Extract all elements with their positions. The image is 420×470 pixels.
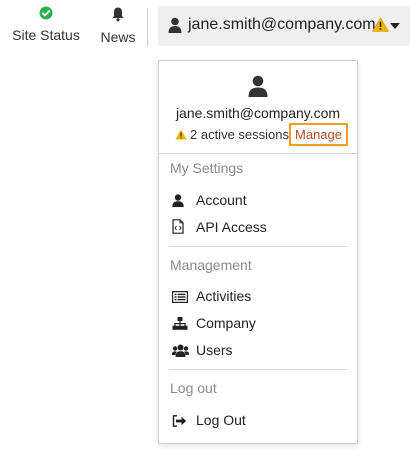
list-icon	[172, 290, 189, 306]
caret-down-icon	[390, 23, 400, 29]
sitemap-icon	[172, 317, 188, 333]
company-menu-item[interactable]: Company	[172, 315, 256, 333]
logout-menu-item[interactable]: Log Out	[172, 412, 246, 430]
sign-out-icon	[172, 414, 188, 430]
users-label: Users	[196, 342, 233, 358]
api-access-label: API Access	[196, 219, 267, 235]
top-navigation-bar: Site Status News jane.smith@company.com	[0, 0, 420, 52]
user-icon	[172, 194, 188, 210]
api-access-menu-item[interactable]: API Access	[172, 219, 267, 237]
news-nav[interactable]: News	[98, 6, 138, 45]
warning-icon	[175, 129, 187, 140]
site-status-nav[interactable]: Site Status	[10, 6, 82, 43]
account-label: Account	[196, 192, 247, 208]
activities-label: Activities	[196, 288, 252, 304]
divider	[169, 246, 347, 247]
warning-icon	[372, 17, 389, 32]
activities-menu-item[interactable]: Activities	[172, 288, 251, 306]
news-label: News	[100, 29, 136, 45]
dropdown-email: jane.smith@company.com	[175, 105, 341, 121]
divider	[159, 153, 357, 154]
user-email: jane.smith@company.com	[188, 16, 376, 33]
company-label: Company	[196, 315, 256, 331]
my-settings-heading: My Settings	[170, 160, 244, 176]
bell-icon	[112, 7, 124, 22]
user-dropdown-menu: jane.smith@company.com 2 active sessions…	[158, 60, 358, 444]
divider	[169, 369, 347, 370]
manage-sessions-link[interactable]: Manage	[289, 123, 348, 146]
site-status-label: Site Status	[12, 27, 80, 43]
user-menu-button[interactable]: jane.smith@company.com	[158, 6, 410, 46]
log-out-heading: Log out	[170, 380, 217, 396]
users-menu-item[interactable]: Users	[172, 342, 233, 360]
users-icon	[172, 344, 189, 360]
check-circle-icon	[39, 6, 53, 20]
logout-label: Log Out	[196, 412, 246, 428]
sessions-label: 2 active sessions	[190, 127, 289, 142]
account-menu-item[interactable]: Account	[172, 192, 247, 210]
management-heading: Management	[170, 257, 252, 273]
active-sessions-text: 2 active sessions	[175, 127, 289, 142]
divider	[147, 8, 148, 46]
user-icon	[168, 17, 182, 33]
user-icon	[248, 75, 268, 97]
code-file-icon	[172, 219, 188, 237]
